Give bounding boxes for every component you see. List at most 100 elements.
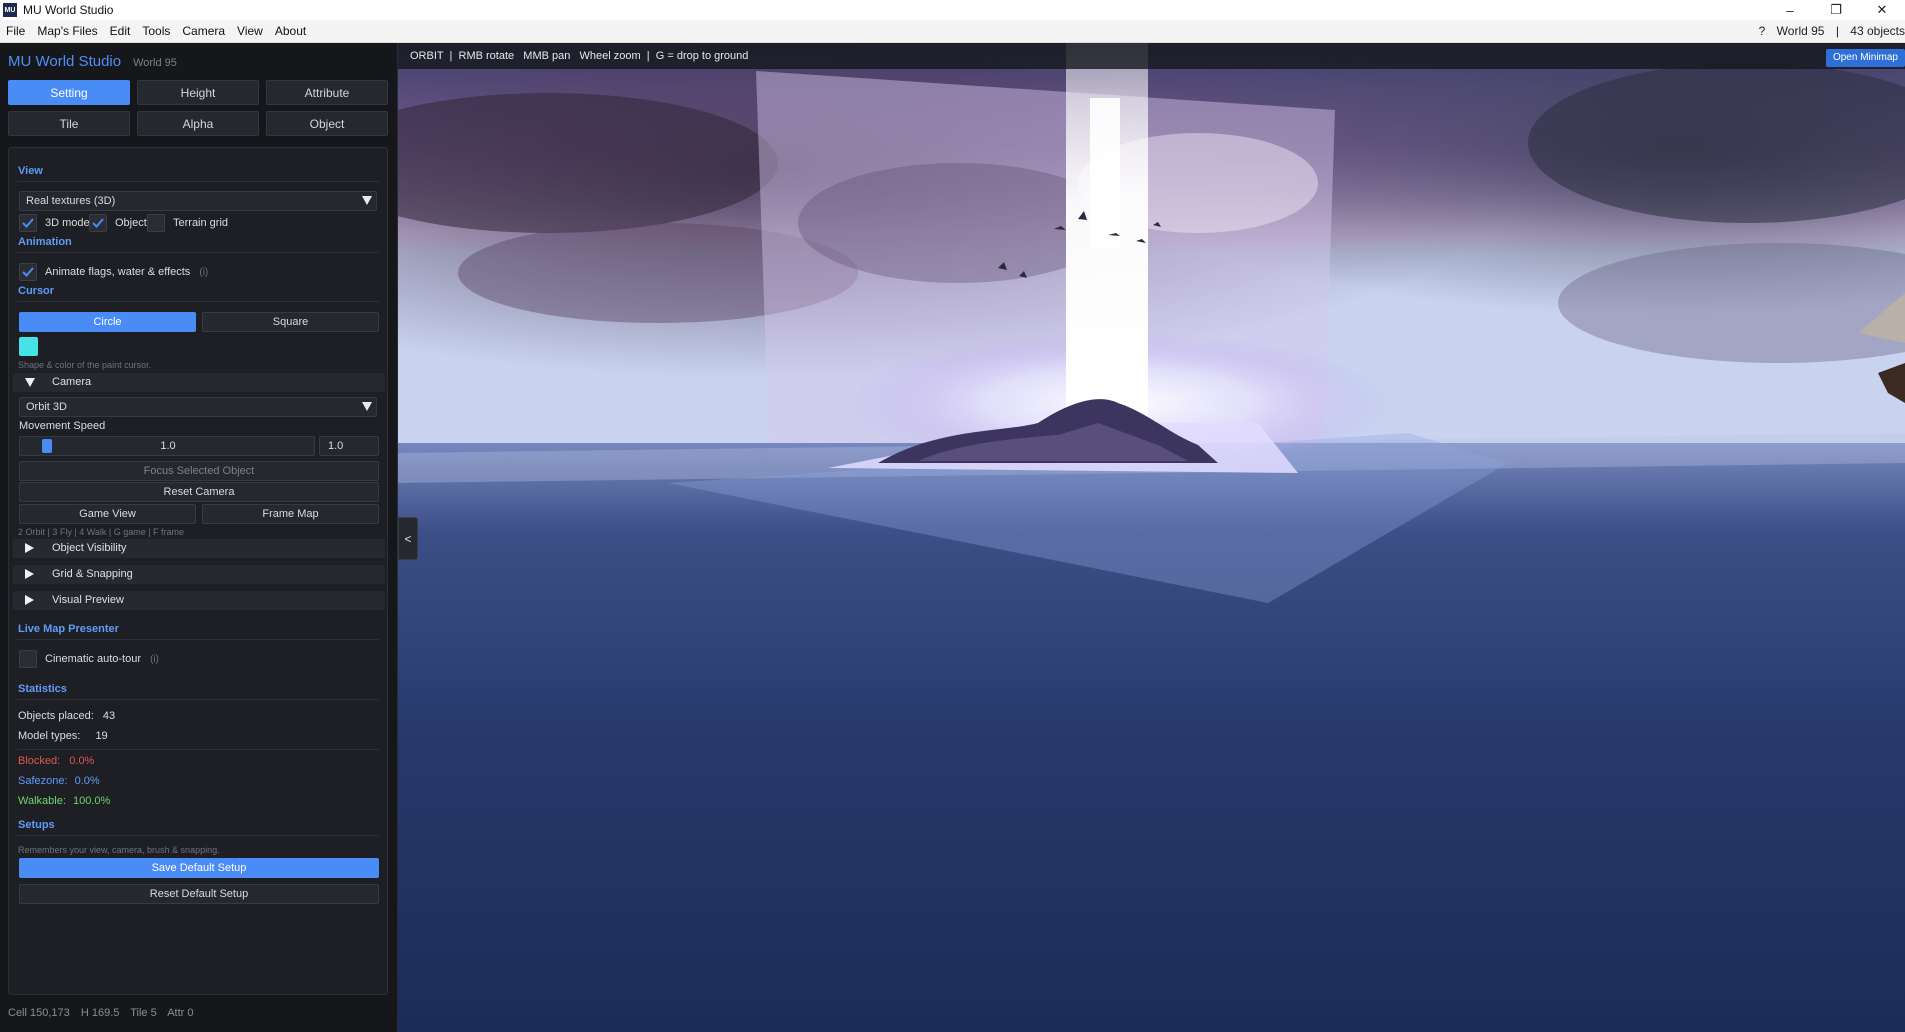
tab-height[interactable]: Height [137, 80, 259, 105]
walkable-value: 100.0% [72, 795, 111, 807]
tab-alpha[interactable]: Alpha [137, 111, 259, 136]
viewport-hint-bar: ORBIT | RMB rotate MMB pan Wheel zoom | … [398, 43, 1905, 69]
animate-label: Animate flags, water & effects (i) [45, 266, 208, 278]
cursor-circle-button[interactable]: Circle [19, 312, 196, 332]
check-icon [22, 267, 34, 277]
separator: | [1835, 24, 1839, 38]
auto-tour-label: Cinematic auto-tour (i) [45, 653, 159, 665]
settings-panel: View Real textures (3D) 3D models Object… [8, 147, 388, 995]
divider [17, 301, 379, 302]
statistics-section-title: Statistics [18, 683, 67, 695]
cell-tile: Tile 5 [130, 1007, 157, 1019]
world-label: World 95 [133, 57, 177, 69]
title-bar: MU MU World Studio – ❐ ✕ [0, 0, 1905, 20]
object-count: 43 objects [1850, 24, 1905, 38]
auto-tour-label-text: Cinematic auto-tour [45, 653, 141, 665]
camera-controls-hint: ORBIT | RMB rotate MMB pan Wheel zoom | … [410, 50, 749, 62]
camera-mode-select[interactable]: Orbit 3D [19, 397, 377, 417]
tab-attribute[interactable]: Attribute [266, 80, 388, 105]
menu-file[interactable]: File [0, 20, 31, 43]
frame-map-button[interactable]: Frame Map [202, 504, 379, 524]
reset-default-setup-button[interactable]: Reset Default Setup [19, 884, 379, 904]
window-controls: – ❐ ✕ [1767, 0, 1905, 20]
tab-object[interactable]: Object [266, 111, 388, 136]
safezone-stat: Safezone: 0.0% [18, 775, 100, 787]
blocked-label: Blocked: [18, 755, 61, 767]
movement-speed-label: Movement Speed [19, 420, 106, 432]
info-icon[interactable]: (i) [199, 267, 208, 278]
minimize-icon[interactable]: – [1767, 0, 1813, 20]
animate-checkbox[interactable] [19, 263, 37, 281]
menu-camera[interactable]: Camera [176, 20, 231, 43]
movement-speed-slider[interactable]: 1.0 [19, 436, 315, 456]
check-icon [22, 218, 34, 228]
menubar-status: ? World 95 | 43 objects [1751, 20, 1905, 43]
model-types-value: 19 [95, 730, 108, 742]
cursor-square-button[interactable]: Square [202, 312, 379, 332]
menu-about[interactable]: About [269, 20, 312, 43]
camera-mode-value: Orbit 3D [26, 401, 67, 413]
reset-camera-button[interactable]: Reset Camera [19, 482, 379, 502]
info-icon[interactable]: (i) [150, 654, 159, 665]
save-default-setup-button[interactable]: Save Default Setup [19, 858, 379, 878]
check-icon [92, 218, 104, 228]
divider [17, 699, 379, 700]
safezone-label: Safezone: [18, 775, 68, 787]
model-types-label: Model types: [18, 730, 81, 742]
menu-edit[interactable]: Edit [104, 20, 137, 43]
focus-selected-button[interactable]: Focus Selected Object [19, 461, 379, 481]
movement-speed-input[interactable]: 1.0 [319, 436, 379, 456]
tab-setting[interactable]: Setting [8, 80, 130, 105]
terrain-grid-checkbox[interactable] [147, 214, 165, 232]
menu-bar: File Map's Files Edit Tools Camera View … [0, 20, 1905, 43]
app-title: MU World Studio [8, 53, 122, 70]
model-types-stat: Model types: 19 [18, 730, 108, 742]
object-visibility-section-header[interactable]: Object Visibility [13, 539, 385, 558]
cell-coordinates: Cell 150,173 [8, 1007, 70, 1019]
animate-label-text: Animate flags, water & effects [45, 266, 191, 278]
divider [17, 252, 379, 253]
slider-value: 1.0 [160, 440, 176, 452]
mode-tabs: Setting Height Attribute Tile Alpha Obje… [8, 80, 388, 136]
help-icon[interactable]: ? [1759, 24, 1766, 38]
viewport-3d[interactable]: ORBIT | RMB rotate MMB pan Wheel zoom | … [398, 43, 1905, 1032]
sidebar: MU World Studio World 95 Setting Height … [0, 43, 398, 1032]
objects-checkbox[interactable] [89, 214, 107, 232]
models-checkbox[interactable] [19, 214, 37, 232]
collapse-sidebar-button[interactable]: < [398, 517, 418, 560]
auto-tour-checkbox[interactable] [19, 650, 37, 668]
cell-height: H 169.5 [80, 1007, 120, 1019]
triangle-down-icon [25, 378, 35, 387]
restore-icon[interactable]: ❐ [1813, 0, 1859, 20]
cell-attr: Attr 0 [167, 1007, 194, 1019]
chevron-down-icon [362, 196, 372, 205]
game-view-button[interactable]: Game View [19, 504, 196, 524]
safezone-value: 0.0% [74, 775, 100, 787]
view-section-title: View [18, 165, 43, 177]
open-minimap-button[interactable]: Open Minimap [1825, 49, 1905, 67]
grid-snapping-label: Grid & Snapping [52, 568, 133, 580]
visual-preview-section-header[interactable]: Visual Preview [13, 591, 385, 610]
walkable-label: Walkable: [18, 795, 66, 807]
animation-section-title: Animation [18, 236, 72, 248]
camera-section-header[interactable]: Camera [13, 373, 385, 392]
objects-placed-label: Objects placed: [18, 710, 94, 722]
blocked-stat: Blocked: 0.0% [18, 755, 94, 767]
setups-hint: Remembers your view, camera, brush & sna… [18, 845, 220, 855]
menu-tools[interactable]: Tools [136, 20, 176, 43]
triangle-right-icon [25, 595, 34, 605]
walkable-stat: Walkable: 100.0% [18, 795, 110, 807]
tab-tile[interactable]: Tile [8, 111, 130, 136]
terrain-grid-label: Terrain grid [173, 217, 229, 229]
menu-maps-files[interactable]: Map's Files [31, 20, 103, 43]
divider [17, 181, 379, 182]
divider [17, 639, 379, 640]
triangle-right-icon [25, 569, 34, 579]
chevron-down-icon [362, 402, 372, 411]
close-icon[interactable]: ✕ [1859, 0, 1905, 20]
objects-placed-value: 43 [102, 710, 116, 722]
menu-view[interactable]: View [231, 20, 269, 43]
grid-snapping-section-header[interactable]: Grid & Snapping [13, 565, 385, 584]
cursor-color-swatch[interactable] [19, 337, 38, 356]
render-mode-select[interactable]: Real textures (3D) [19, 191, 377, 211]
